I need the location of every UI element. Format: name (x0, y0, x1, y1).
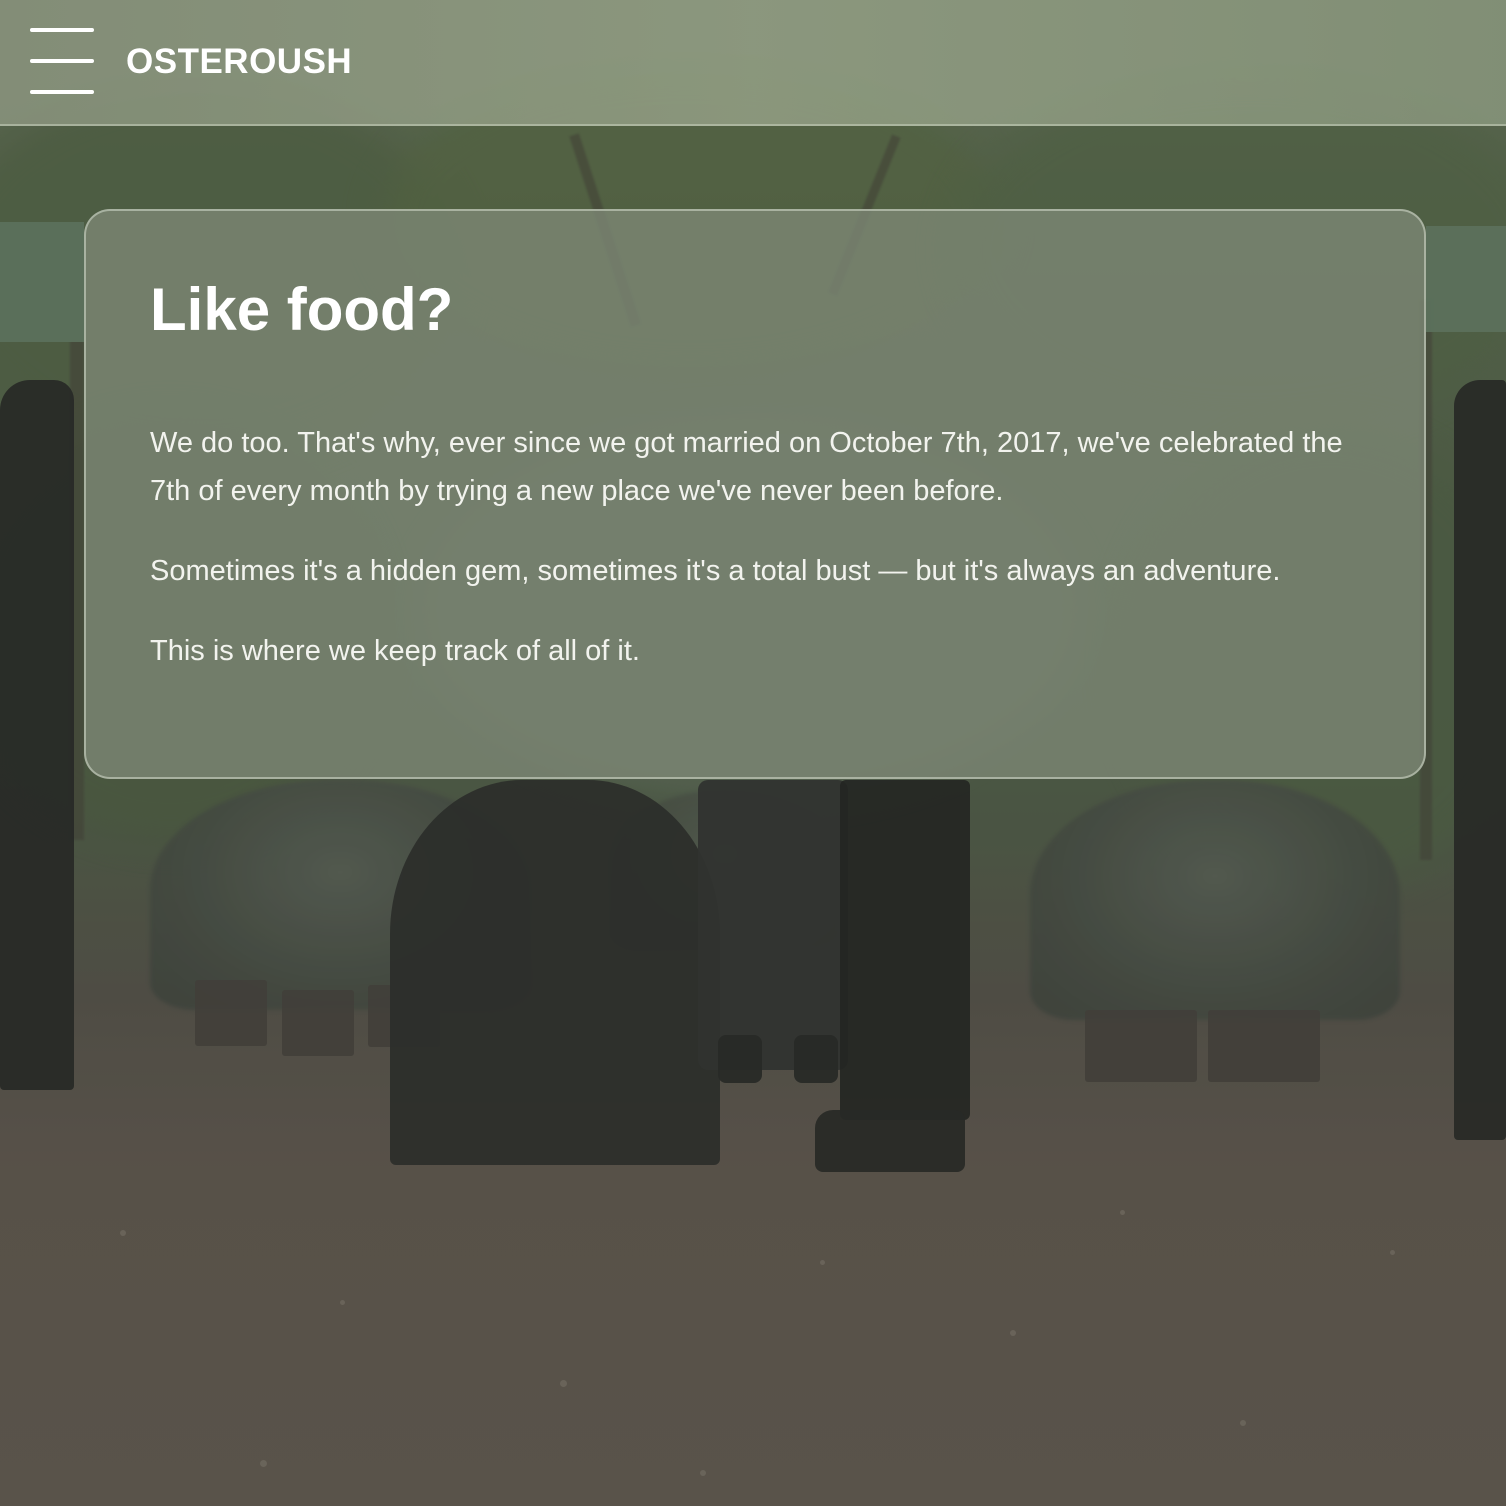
intro-paragraph-3: This is where we keep track of all of it… (150, 635, 640, 667)
intro-paragraph-1: We do too. That's why, ever since we got… (150, 427, 1343, 507)
site-header: OSTEROUSH (0, 0, 1506, 126)
menu-bar-middle (30, 59, 94, 63)
site-brand[interactable]: OSTEROUSH (126, 40, 352, 84)
intro-paragraph-2: Sometimes it's a hidden gem, sometimes i… (150, 555, 1281, 587)
menu-bar-bottom (30, 90, 94, 94)
hamburger-menu-icon[interactable] (30, 28, 94, 94)
menu-bar-top (30, 28, 94, 32)
intro-title: Like food? (150, 276, 454, 343)
intro-card: Like food? We do too. That's why, ever s… (84, 209, 1426, 779)
